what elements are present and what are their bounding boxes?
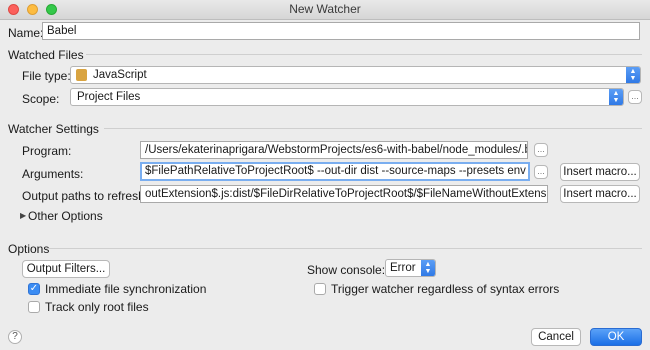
chevron-updown-icon: ▲ ▼ [609,89,623,105]
arguments-browse-button[interactable]: ... [534,165,548,179]
immediate-sync-label: Immediate file synchronization [45,282,207,296]
chevron-updown-icon: ▲ ▼ [421,260,435,276]
disclosure-triangle-icon[interactable]: ▶ [20,211,26,220]
program-label: Program: [22,144,72,158]
output-filters-button[interactable]: Output Filters... [22,260,110,278]
arguments-field[interactable]: $FilePathRelativeToProjectRoot$ --out-di… [140,162,530,181]
watcher-settings-section-title: Watcher Settings [8,122,99,136]
track-root-checkbox[interactable] [28,301,40,313]
output-paths-insert-macro-button[interactable]: Insert macro... [560,185,640,203]
name-field[interactable]: Babel [42,22,640,40]
section-separator [104,128,642,129]
arguments-insert-macro-button[interactable]: Insert macro... [560,163,640,181]
show-console-value: Error [390,262,416,274]
trigger-regardless-checkbox[interactable] [314,283,326,295]
immediate-sync-checkbox[interactable]: ✓ [28,283,40,295]
arguments-label: Arguments: [22,167,84,181]
file-type-select[interactable]: JavaScript ▲ ▼ [70,66,641,84]
ok-button[interactable]: OK [590,328,642,346]
program-browse-button[interactable]: ... [534,143,548,157]
output-paths-label: Output paths to refresh: [22,189,149,203]
show-console-label: Show console: [307,263,386,277]
file-type-value: JavaScript [93,69,147,81]
cancel-button[interactable]: Cancel [531,328,581,346]
program-field[interactable]: /Users/ekaterinaprigara/WebstormProjects… [140,141,528,159]
output-paths-field[interactable]: outExtension$.js:dist/$FileDirRelativeTo… [140,185,548,203]
scope-label: Scope: [22,92,60,106]
scope-value: Project Files [77,91,141,103]
name-label: Name: [8,26,44,40]
section-separator [86,54,642,55]
window-title: New Watcher [289,2,361,16]
other-options-toggle[interactable]: Other Options [28,209,103,223]
javascript-file-icon [76,69,87,81]
trigger-regardless-label: Trigger watcher regardless of syntax err… [331,282,560,296]
help-button[interactable]: ? [8,330,22,344]
scope-browse-button[interactable]: ... [628,90,642,104]
watched-files-section-title: Watched Files [8,48,84,62]
options-section-title: Options [8,242,50,256]
track-root-label: Track only root files [45,300,149,314]
title-bar: New Watcher [0,0,650,20]
show-console-select[interactable]: Error ▲ ▼ [385,259,436,277]
file-type-label: File type: [22,69,71,83]
section-separator [46,248,642,249]
scope-select[interactable]: Project Files ▲ ▼ [70,88,624,106]
chevron-updown-icon: ▲ ▼ [626,67,640,83]
